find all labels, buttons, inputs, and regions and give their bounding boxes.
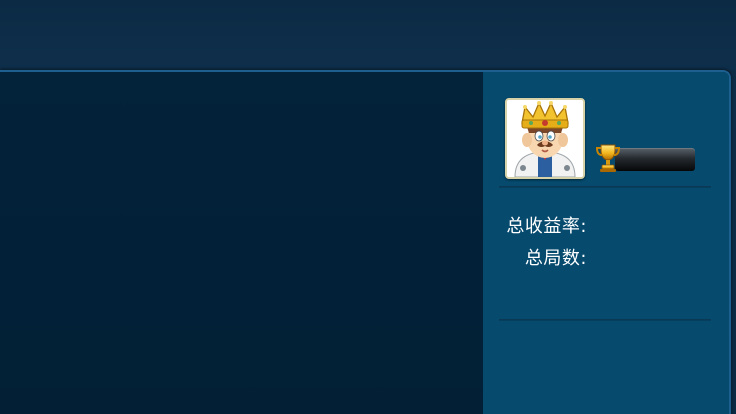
left-content-area: [0, 72, 483, 414]
level-progress-bar: [615, 148, 695, 171]
stats-divider-bottom: [499, 319, 711, 320]
king-avatar-icon[interactable]: [505, 98, 585, 179]
top-bar: [0, 0, 736, 70]
total-return-label: 总收益率:: [506, 216, 587, 237]
trophy-icon: [595, 144, 621, 172]
main-panel: 总收益率: 总局数:: [0, 70, 731, 414]
stats-divider-top: [499, 186, 711, 187]
game-screen: 总收益率: 总局数:: [0, 0, 736, 414]
total-rounds-label: 总局数:: [524, 248, 587, 269]
player-stats-panel: 总收益率: 总局数:: [483, 72, 729, 414]
